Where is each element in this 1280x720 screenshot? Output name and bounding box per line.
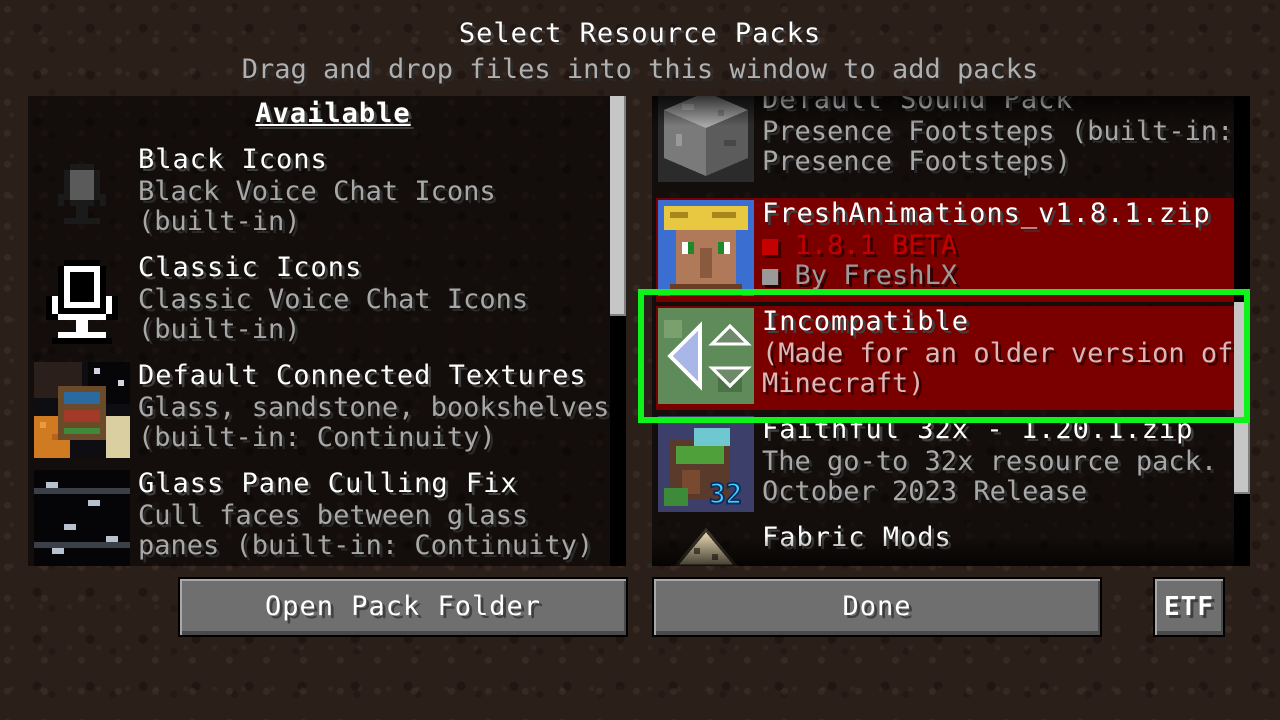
pack-description: The go-to 32x resource pack. bbox=[762, 446, 1218, 477]
highlight-box bbox=[638, 289, 1250, 423]
connected-textures-icon bbox=[34, 362, 130, 458]
screen-title: Select Resource Packs bbox=[458, 18, 822, 49]
open-pack-folder-button[interactable]: Open Pack Folder bbox=[178, 577, 628, 637]
available-pack-glass-pane-fix[interactable]: Glass Pane Culling Fix Cull faces betwee… bbox=[32, 468, 608, 566]
pack-description: Cull faces between glass bbox=[138, 500, 529, 531]
pack-description: (built-in: Continuity) bbox=[138, 422, 496, 453]
pack-description: (built-in) bbox=[138, 314, 301, 345]
available-packs-list[interactable]: Available Black Icons Black Voice Chat I… bbox=[28, 96, 626, 566]
done-button[interactable]: Done bbox=[652, 577, 1102, 637]
selected-pack-fabric-mods[interactable]: Fabric Mods bbox=[656, 522, 1232, 566]
pack-description: Classic Voice Chat Icons bbox=[138, 284, 529, 315]
pack-description: October 2023 Release bbox=[762, 476, 1088, 507]
available-pack-connected-textures[interactable]: Default Connected Textures Glass, sandst… bbox=[32, 360, 610, 464]
available-pack-black-icons[interactable]: Black Icons Black Voice Chat Icons (buil… bbox=[32, 144, 608, 248]
pack-name: Black Icons bbox=[138, 144, 328, 175]
pack-version-beta: ■ 1.8.1 BETA bbox=[762, 230, 958, 261]
selected-pack-faithful[interactable]: 32 Faithful 32x - 1.20.1.zip The go-to 3… bbox=[656, 414, 1232, 518]
available-pack-classic-icons[interactable]: Classic Icons Classic Voice Chat Icons (… bbox=[32, 252, 608, 356]
fabric-icon bbox=[658, 524, 754, 566]
pack-name: Glass Pane Culling Fix bbox=[138, 468, 518, 499]
pack-name: Default Sound Pack bbox=[762, 96, 1073, 115]
pack-description: Presence Footsteps (built-in: bbox=[762, 116, 1234, 147]
microphone-gray-icon bbox=[34, 146, 130, 242]
glass-pane-icon bbox=[34, 470, 130, 566]
pack-description: (built-in) bbox=[138, 206, 301, 237]
pack-author: ■ By FreshLX bbox=[762, 260, 958, 291]
available-header: Available bbox=[255, 98, 411, 129]
pack-name: Classic Icons bbox=[138, 252, 363, 283]
pack-description: Glass, sandstone, bookshelves bbox=[138, 392, 610, 423]
svg-text:32: 32 bbox=[709, 477, 742, 510]
selected-pack-default-sound[interactable]: Default Sound Pack Presence Footsteps (b… bbox=[656, 96, 1234, 188]
selected-pack-freshanimations[interactable]: FreshAnimations_v1.8.1.zip ■ 1.8.1 BETA … bbox=[656, 198, 1236, 302]
available-scrollbar-thumb[interactable] bbox=[610, 96, 626, 316]
pack-description: Black Voice Chat Icons bbox=[138, 176, 496, 207]
villager-icon bbox=[658, 200, 754, 296]
pack-description: panes (built-in: Continuity) bbox=[138, 530, 594, 561]
screen-subtitle: Drag and drop files into this window to … bbox=[241, 54, 1039, 85]
pack-name: FreshAnimations_v1.8.1.zip bbox=[762, 198, 1211, 229]
available-scrollbar[interactable] bbox=[610, 96, 626, 566]
faithful-32-icon: 32 bbox=[658, 416, 754, 512]
pack-description: Presence Footsteps) bbox=[762, 146, 1071, 177]
microphone-white-icon bbox=[34, 254, 130, 350]
pack-name: Default Connected Textures bbox=[138, 360, 587, 391]
pack-name: Fabric Mods bbox=[762, 522, 952, 553]
stone-block-icon bbox=[658, 96, 754, 182]
etf-button[interactable]: ETF bbox=[1153, 577, 1225, 637]
